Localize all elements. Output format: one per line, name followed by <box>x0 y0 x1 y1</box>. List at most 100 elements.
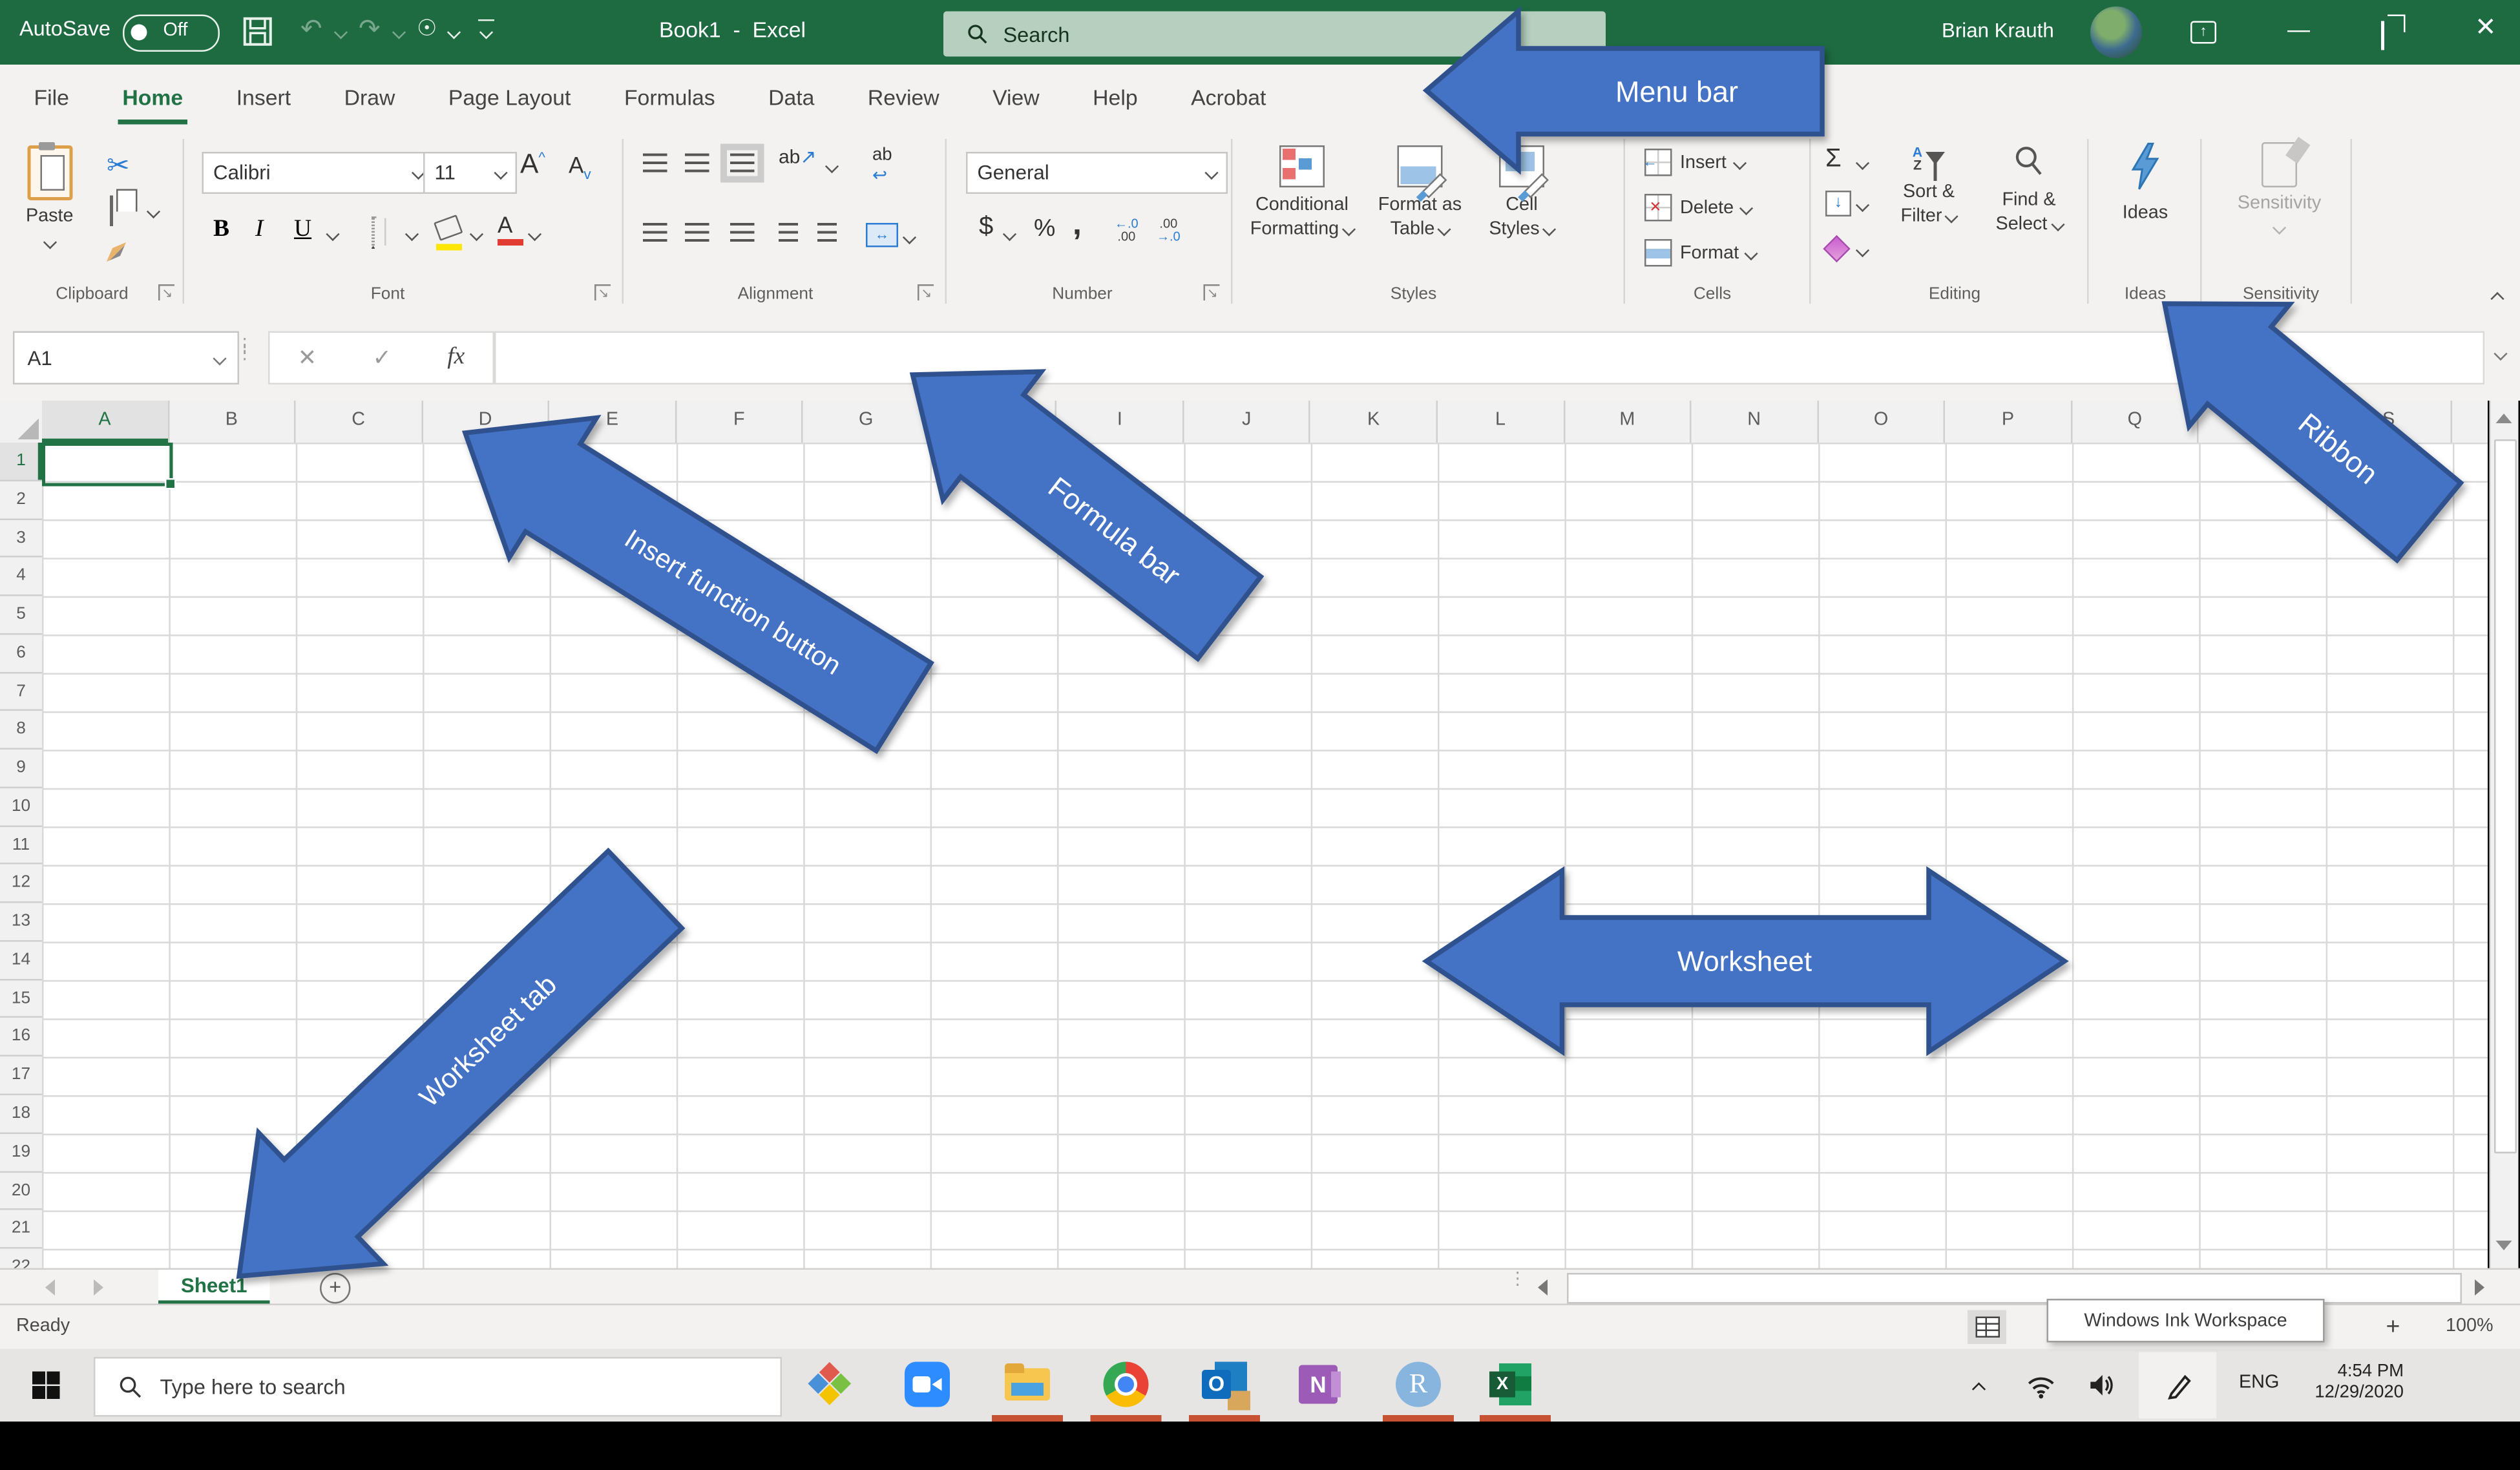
row-header-20[interactable]: 20 <box>0 1172 42 1211</box>
fill-color-dropdown-icon[interactable] <box>469 227 484 242</box>
redo-icon[interactable]: ↷ <box>359 13 381 45</box>
row-header-18[interactable]: 18 <box>0 1095 42 1134</box>
conditional-formatting-button[interactable]: Conditional Formatting <box>1244 145 1360 242</box>
clock[interactable]: 4:54 PM 12/29/2020 <box>2294 1362 2404 1404</box>
row-header-8[interactable]: 8 <box>0 711 42 750</box>
column-header-L[interactable]: L <box>1438 401 1565 443</box>
vertical-scroll-thumb[interactable] <box>2494 439 2517 1153</box>
name-box-splitter[interactable]: ⋮ ⋮ <box>236 337 254 362</box>
column-header-J[interactable]: J <box>1184 401 1311 443</box>
align-left-icon[interactable] <box>643 223 667 242</box>
row-header-13[interactable]: 13 <box>0 903 42 942</box>
taskbar-search-box[interactable]: Type here to search <box>94 1357 782 1417</box>
user-name[interactable]: Brian Krauth <box>1942 19 2054 42</box>
zoom-in-button[interactable]: + <box>2386 1314 2400 1341</box>
increase-font-icon[interactable]: A^ <box>520 149 545 181</box>
name-box[interactable]: A1 <box>13 331 239 384</box>
format-painter-icon[interactable] <box>107 242 126 262</box>
italic-button[interactable]: I <box>255 216 264 244</box>
row-header-14[interactable]: 14 <box>0 941 42 980</box>
align-center-icon[interactable] <box>685 223 709 242</box>
column-header-Q[interactable]: Q <box>2072 401 2200 443</box>
row-header-15[interactable]: 15 <box>0 980 42 1019</box>
fill-dropdown-icon[interactable] <box>1855 198 1870 213</box>
copy-dropdown-icon[interactable] <box>146 204 161 219</box>
decrease-indent-icon[interactable] <box>779 223 798 242</box>
tab-insert[interactable]: Insert <box>231 70 295 124</box>
worksheet-grid[interactable] <box>42 443 2488 1268</box>
orientation-icon[interactable]: ab↗ <box>779 145 817 168</box>
language-indicator[interactable]: ENG <box>2239 1373 2279 1392</box>
row-header-19[interactable]: 19 <box>0 1133 42 1172</box>
currency-dropdown-icon[interactable] <box>1002 227 1017 242</box>
row-header-6[interactable]: 6 <box>0 635 42 673</box>
insert-cells-button[interactable]: ← Insert <box>1643 149 1747 176</box>
scroll-left-icon[interactable] <box>1538 1279 1548 1296</box>
row-header-16[interactable]: 16 <box>0 1018 42 1057</box>
autosum-icon[interactable]: Σ <box>1825 145 1842 174</box>
column-header-P[interactable]: P <box>1946 401 2072 443</box>
row-header-3[interactable]: 3 <box>0 520 42 558</box>
collapse-ribbon-icon[interactable] <box>2490 291 2504 306</box>
insert-function-button[interactable]: fx <box>447 344 465 372</box>
start-button[interactable] <box>32 1371 60 1399</box>
underline-button[interactable]: U <box>294 216 311 244</box>
column-header-F[interactable]: F <box>677 401 804 443</box>
currency-icon[interactable]: $ <box>979 213 993 242</box>
format-cells-button[interactable]: Format <box>1644 239 1759 267</box>
sheet-tab-sheet1[interactable]: Sheet1 <box>158 1270 270 1305</box>
column-header-N[interactable]: N <box>1692 401 1819 443</box>
row-header-1[interactable]: 1 <box>0 443 42 481</box>
wifi-icon[interactable] <box>2026 1370 2057 1401</box>
minimize-button[interactable]: — <box>2287 15 2310 44</box>
touch-mode-dropdown-icon[interactable] <box>446 25 461 39</box>
title-search-box[interactable]: Search <box>943 11 1606 57</box>
column-header-R[interactable]: R <box>2199 401 2326 443</box>
restore-button[interactable] <box>2381 21 2384 50</box>
expand-formula-bar-icon[interactable] <box>2494 346 2508 361</box>
underline-dropdown-icon[interactable] <box>326 227 340 242</box>
outlook-icon[interactable]: O <box>1202 1361 1250 1411</box>
column-header-H[interactable]: H <box>930 401 1057 443</box>
tab-page-layout[interactable]: Page Layout <box>443 70 576 124</box>
tab-scroll-splitter[interactable]: ⋮ <box>1509 1270 1527 1288</box>
column-header-C[interactable]: C <box>296 401 423 443</box>
row-header-10[interactable]: 10 <box>0 788 42 827</box>
decrease-font-icon[interactable]: Av <box>569 152 591 182</box>
autosum-dropdown-icon[interactable] <box>1855 156 1870 171</box>
enter-icon[interactable]: ✓ <box>372 344 391 372</box>
active-cell-a1[interactable] <box>42 443 176 489</box>
tab-home[interactable]: Home <box>117 70 188 124</box>
row-header-22[interactable]: 22 <box>0 1249 42 1268</box>
percent-icon[interactable]: % <box>1034 215 1055 243</box>
column-header-G[interactable]: G <box>803 401 930 443</box>
undo-icon[interactable]: ↶ <box>300 13 322 45</box>
select-all-corner[interactable] <box>0 401 44 445</box>
normal-view-button[interactable] <box>1968 1310 2006 1344</box>
tab-draw[interactable]: Draw <box>339 70 400 124</box>
scroll-up-icon[interactable] <box>2495 414 2512 423</box>
alignment-dialog-launcher[interactable]: ↘ <box>918 284 934 300</box>
row-header-7[interactable]: 7 <box>0 673 42 711</box>
close-button[interactable]: ✕ <box>2475 15 2497 44</box>
font-dialog-launcher[interactable]: ↘ <box>594 284 611 300</box>
vertical-scrollbar[interactable] <box>2489 401 2519 1268</box>
row-header-12[interactable]: 12 <box>0 865 42 903</box>
qat-customize-icon[interactable] <box>478 19 494 21</box>
fill-icon[interactable]: ↓ <box>1825 191 1851 216</box>
tab-data[interactable]: Data <box>764 70 819 124</box>
font-color-dropdown-icon[interactable] <box>527 227 542 242</box>
align-middle-icon[interactable] <box>685 153 709 173</box>
column-header-I[interactable]: I <box>1057 401 1184 443</box>
column-header-A[interactable]: A <box>42 401 169 443</box>
number-dialog-launcher[interactable]: ↘ <box>1203 284 1220 300</box>
paste-button[interactable]: Paste <box>26 142 74 255</box>
r-app-icon[interactable]: R <box>1396 1361 1441 1407</box>
font-size-combo[interactable]: 11 <box>423 152 517 194</box>
next-sheet-icon[interactable] <box>94 1279 103 1296</box>
onenote-icon[interactable]: N <box>1296 1362 1341 1407</box>
tab-formulas[interactable]: Formulas <box>619 70 720 124</box>
delete-cells-button[interactable]: ✕ Delete <box>1644 194 1754 222</box>
cell-styles-button[interactable]: Cell Styles <box>1480 145 1564 242</box>
prev-sheet-icon[interactable] <box>45 1279 55 1296</box>
